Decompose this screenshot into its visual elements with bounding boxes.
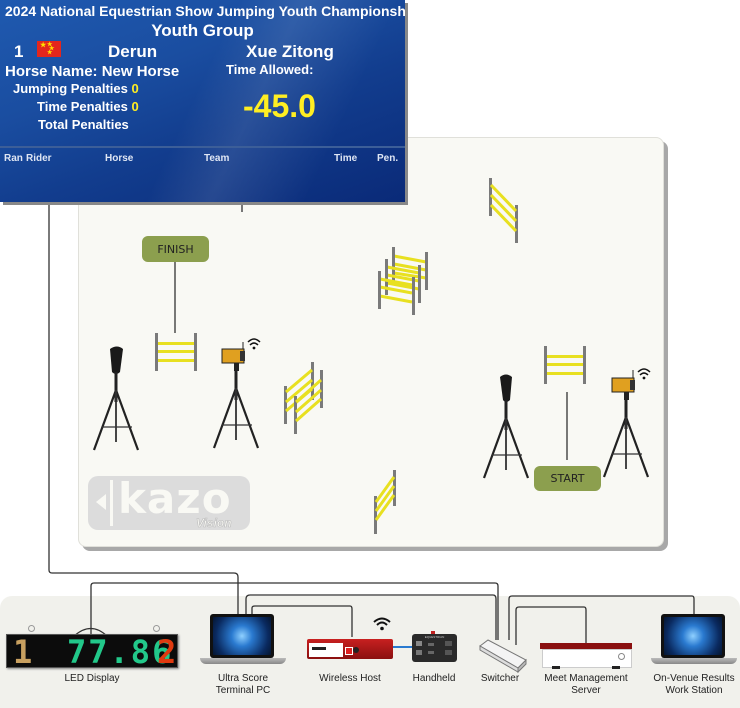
wireless-host-device bbox=[307, 637, 393, 661]
terminal-pc-laptop bbox=[200, 614, 286, 668]
photocell-finish bbox=[92, 346, 140, 452]
logo-subtext: Vision bbox=[196, 516, 232, 531]
server-label: Meet Management Server bbox=[540, 673, 632, 697]
led-display: 1 77.86 2 bbox=[6, 625, 178, 671]
wifi-icon bbox=[247, 338, 261, 351]
kazo-vision-logo: kazo Vision bbox=[88, 474, 250, 531]
wireless-host-label: Wireless Host bbox=[319, 673, 381, 684]
led-right-digit: 2 bbox=[157, 633, 177, 671]
meet-management-server bbox=[540, 643, 632, 669]
timing-equipment bbox=[92, 338, 651, 480]
workstation-label-line1: On-Venue Results bbox=[653, 673, 735, 684]
led-display-label: LED Display bbox=[64, 673, 120, 684]
wireless-host-wifi-icon bbox=[373, 617, 391, 631]
server-label-line2: Server bbox=[571, 685, 601, 696]
wifi-icon bbox=[637, 368, 651, 381]
server-label-line1: Meet Management bbox=[544, 673, 628, 684]
handheld-brand: EQUESTRIAN bbox=[424, 635, 445, 639]
switcher-device bbox=[479, 639, 527, 674]
photocell-start bbox=[482, 374, 530, 480]
wireless-camera-finish bbox=[212, 338, 261, 450]
terminal-pc-label: Ultra Score Terminal PC bbox=[203, 673, 283, 697]
handheld-device: EQUESTRIAN bbox=[412, 631, 457, 662]
handheld-label: Handheld bbox=[412, 673, 456, 684]
led-left-digit: 1 bbox=[13, 633, 33, 671]
terminal-pc-label-line1: Ultra Score bbox=[217, 673, 268, 684]
wireless-camera-start bbox=[602, 368, 651, 479]
results-workstation-laptop bbox=[651, 614, 737, 668]
workstation-label: On-Venue Results Work Station bbox=[648, 673, 740, 697]
terminal-pc-label-line2: Terminal PC bbox=[215, 685, 271, 696]
workstation-label-line2: Work Station bbox=[665, 685, 723, 696]
switcher-label: Switcher bbox=[480, 673, 520, 684]
